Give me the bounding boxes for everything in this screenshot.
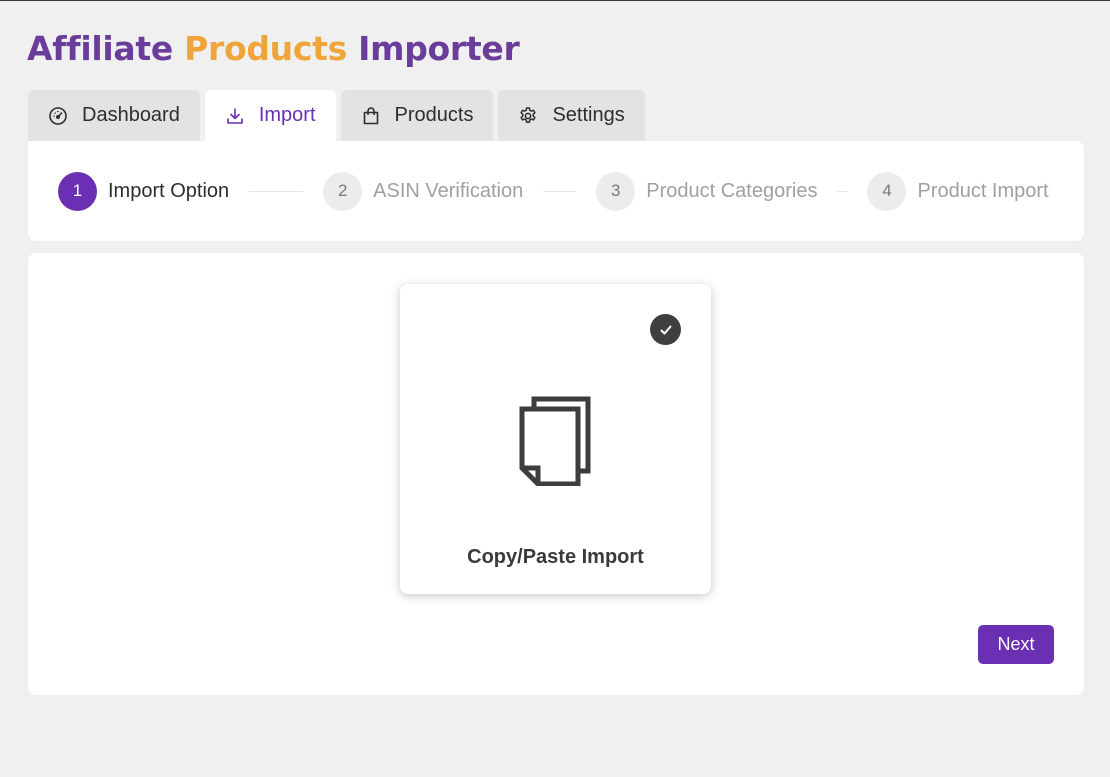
tab-settings[interactable]: Settings xyxy=(498,90,645,141)
step-number: 3 xyxy=(596,171,636,211)
copy-paste-import-option[interactable]: Copy/Paste Import xyxy=(400,284,711,594)
step-label: Import Option xyxy=(108,179,230,202)
app-title: Affiliate Products Importer xyxy=(27,29,520,68)
tab-import-label: Import xyxy=(258,104,316,126)
tab-settings-label: Settings xyxy=(552,104,625,126)
tab-products-label: Products xyxy=(394,104,474,126)
step-connector xyxy=(249,190,304,192)
step-connector xyxy=(837,190,848,192)
gear-icon xyxy=(518,106,538,126)
copy-document-icon xyxy=(519,396,591,486)
step-product-categories: 3 Product Categories xyxy=(596,171,818,211)
tab-dashboard[interactable]: Dashboard xyxy=(28,90,200,141)
step-number: 2 xyxy=(323,171,363,211)
option-label: Copy/Paste Import xyxy=(467,546,644,568)
app-title-part1: Affiliate xyxy=(27,29,173,68)
step-import-option: 1 Import Option xyxy=(58,171,230,211)
step-label: ASIN Verification xyxy=(373,179,524,202)
step-number: 1 xyxy=(58,171,97,211)
next-button[interactable]: Next xyxy=(978,625,1054,664)
import-options-panel: Copy/Paste Import Next xyxy=(28,253,1084,695)
import-stepper: 1 Import Option 2 ASIN Verification 3 Pr… xyxy=(28,141,1084,241)
step-number: 4 xyxy=(867,171,907,211)
tab-products[interactable]: Products xyxy=(340,90,494,141)
shopping-bag-icon xyxy=(361,106,381,126)
step-connector xyxy=(543,190,577,192)
step-asin-verification: 2 ASIN Verification xyxy=(323,171,524,211)
tab-import[interactable]: Import xyxy=(204,90,336,141)
tab-dashboard-label: Dashboard xyxy=(82,104,180,126)
gauge-icon xyxy=(48,106,68,126)
step-label: Product Import xyxy=(917,179,1049,202)
app-title-part3: Importer xyxy=(358,29,520,68)
app-title-part2: Products xyxy=(184,29,347,68)
download-icon xyxy=(225,106,245,126)
main-tabs: Dashboard Import Products Settings xyxy=(28,90,645,141)
step-product-import: 4 Product Import xyxy=(867,171,1049,211)
step-label: Product Categories xyxy=(646,179,818,202)
check-icon xyxy=(650,314,681,345)
